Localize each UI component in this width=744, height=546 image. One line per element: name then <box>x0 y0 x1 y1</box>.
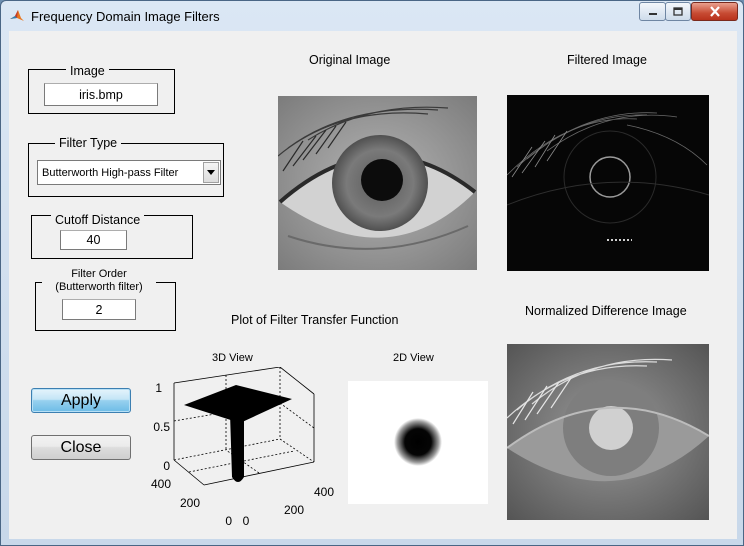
filter-order-title-line2: (Butterworth filter) <box>55 281 143 293</box>
2d-view-title: 2D View <box>393 352 434 364</box>
z-tick-1: 1 <box>155 381 162 395</box>
original-image-title: Original Image <box>309 53 391 67</box>
3d-filter-plot: 1 0.5 0 400 200 0 0 200 400 <box>134 366 339 532</box>
x-tick-0: 0 <box>243 514 250 528</box>
y-tick-400: 400 <box>151 477 171 491</box>
image-panel-title: Image <box>66 64 109 78</box>
filter-type-panel-title: Filter Type <box>55 136 122 150</box>
y-tick-200: 200 <box>180 496 200 510</box>
filter-order-field[interactable]: 2 <box>62 299 136 320</box>
filtered-image <box>507 95 709 271</box>
dropdown-arrow-icon[interactable] <box>203 162 219 183</box>
filtered-image-title: Filtered Image <box>567 53 647 67</box>
filter-type-select[interactable]: Butterworth High-pass Filter <box>37 160 221 185</box>
main-window: Frequency Domain Image Filters Image iri… <box>0 0 744 546</box>
cutoff-distance-field[interactable]: 40 <box>60 230 127 250</box>
3d-view-title: 3D View <box>212 352 253 364</box>
filter-order-panel-title: Filter Order (Butterworth filter) <box>42 268 156 294</box>
difference-image <box>507 344 709 520</box>
title-bar[interactable]: Frequency Domain Image Filters <box>1 1 743 31</box>
x-tick-400: 400 <box>314 485 334 499</box>
z-tick-0: 0 <box>163 459 170 473</box>
close-icon <box>709 6 720 17</box>
image-filename-field[interactable]: iris.bmp <box>44 83 158 106</box>
z-tick-0-5: 0.5 <box>153 420 170 434</box>
2d-filter-view <box>348 381 488 504</box>
minimize-button[interactable] <box>639 2 666 21</box>
y-tick-0: 0 <box>225 514 232 528</box>
filter-order-title-line1: Filter Order <box>71 268 127 280</box>
minimize-icon <box>648 12 657 15</box>
x-tick-200: 200 <box>284 503 304 517</box>
filter-type-selected: Butterworth High-pass Filter <box>42 166 179 179</box>
original-image <box>278 96 477 270</box>
difference-image-title: Normalized Difference Image <box>525 304 687 318</box>
matlab-icon <box>10 10 24 21</box>
close-button[interactable]: Close <box>31 435 131 460</box>
apply-button[interactable]: Apply <box>31 388 131 413</box>
maximize-button[interactable] <box>665 2 691 21</box>
window-title: Frequency Domain Image Filters <box>31 9 220 24</box>
cutoff-panel-title: Cutoff Distance <box>51 213 145 227</box>
figure-area: Image iris.bmp Filter Type Butterworth H… <box>9 31 737 539</box>
transfer-function-title: Plot of Filter Transfer Function <box>231 313 399 327</box>
close-window-button[interactable] <box>691 2 738 21</box>
maximize-icon <box>673 6 683 16</box>
